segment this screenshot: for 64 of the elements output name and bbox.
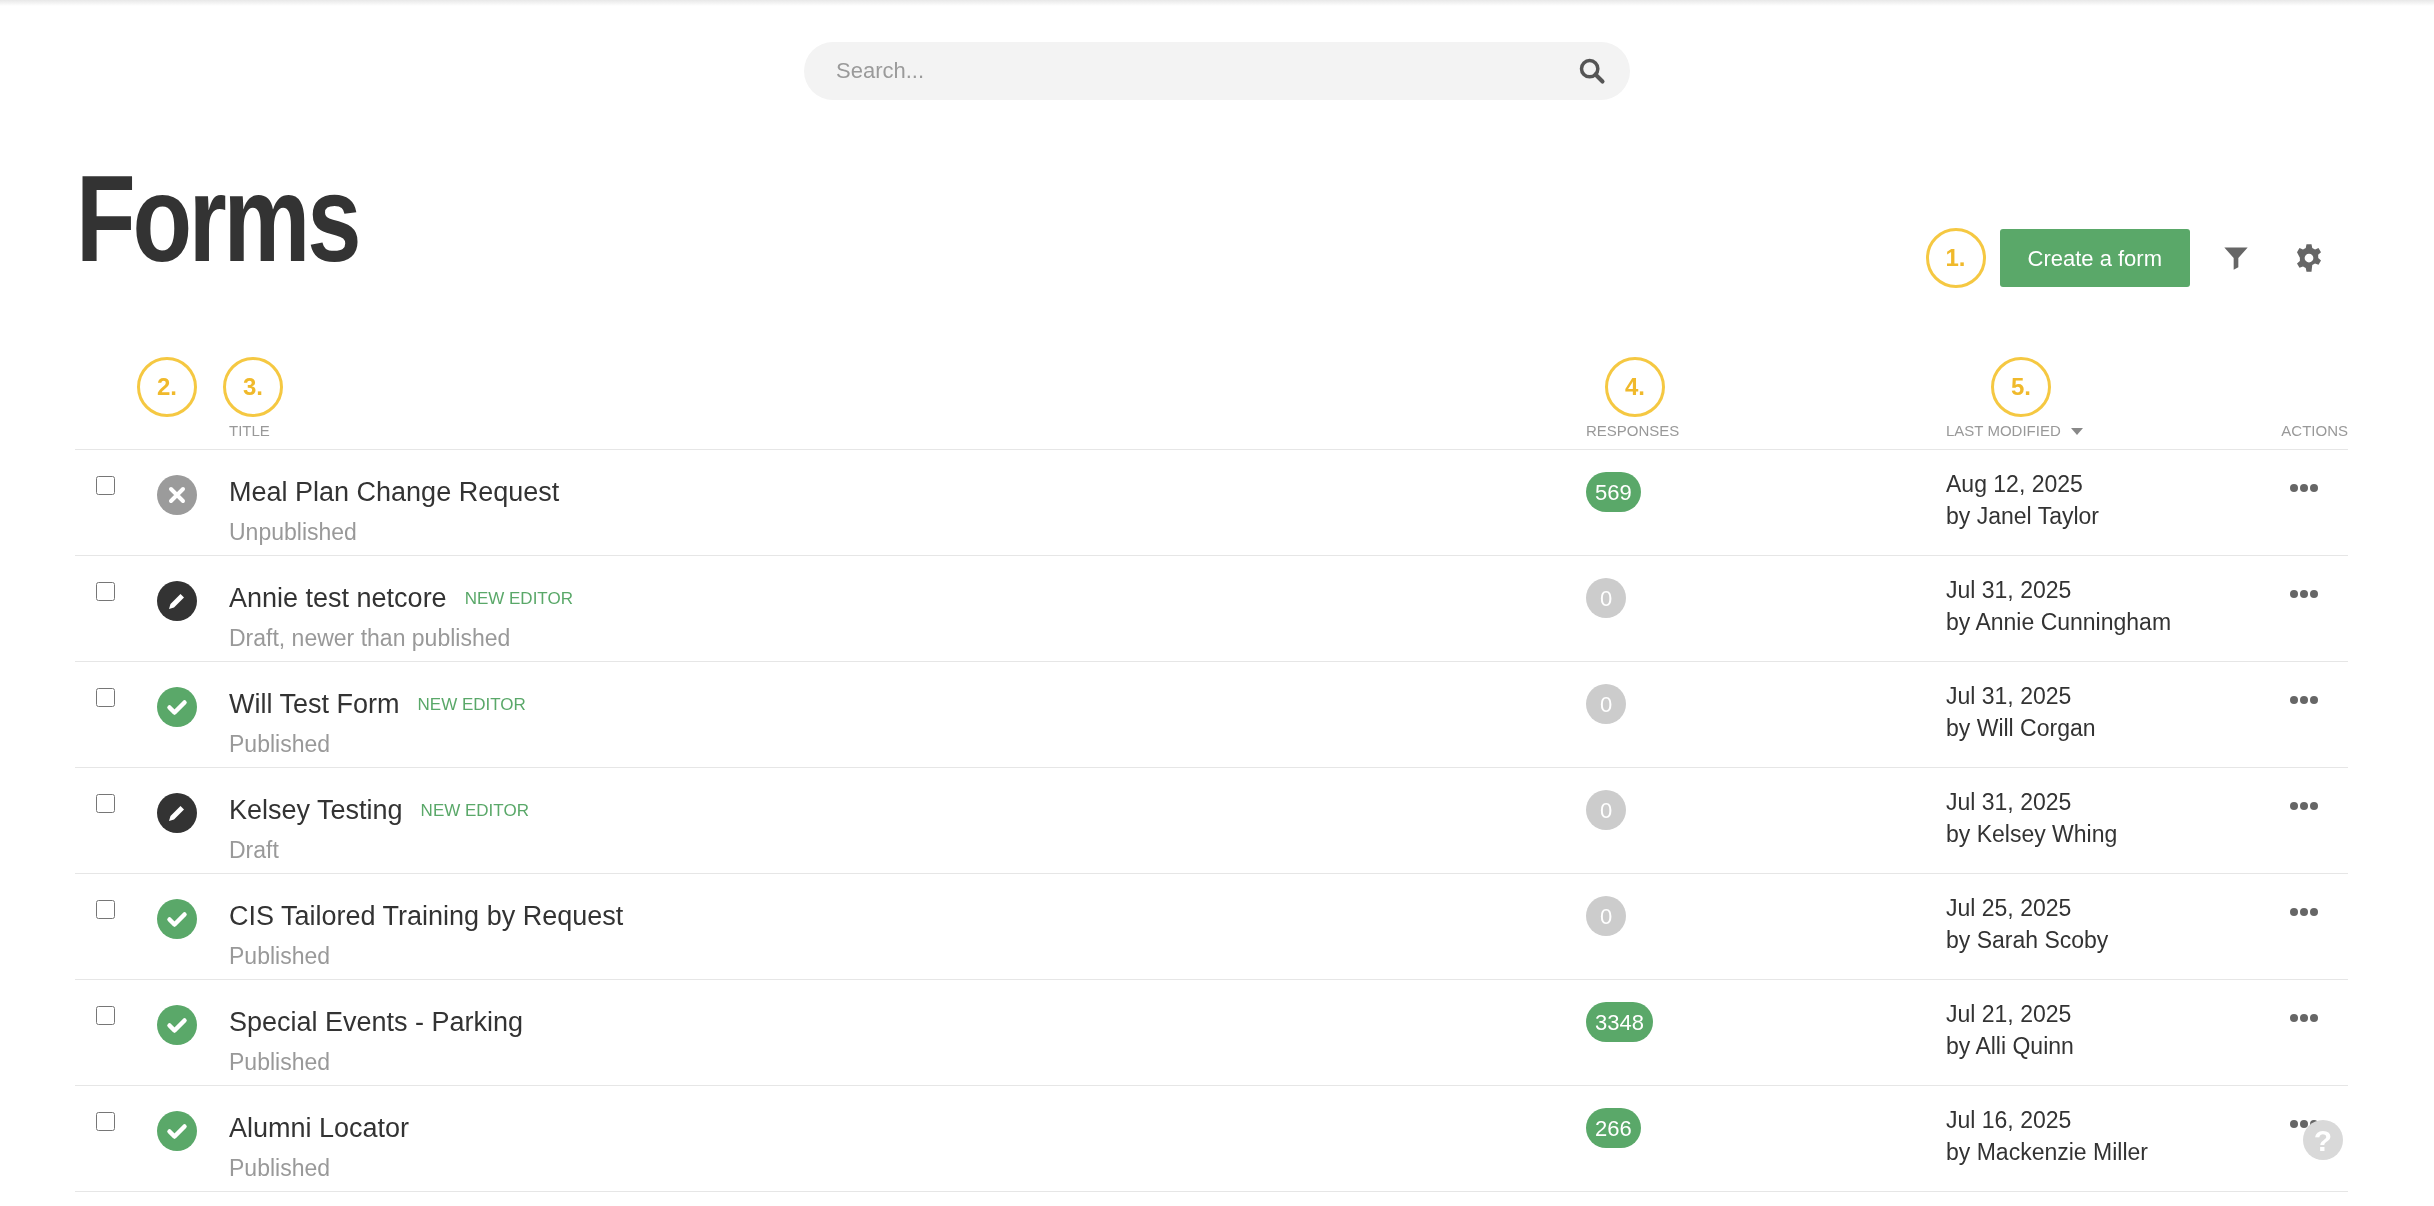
more-options-icon[interactable] bbox=[2290, 484, 2318, 492]
form-title[interactable]: CIS Tailored Training by Request bbox=[229, 896, 624, 937]
modified-by: by Kelsey Whing bbox=[1946, 820, 2118, 849]
form-status: Published bbox=[229, 941, 332, 971]
modified-by: by Annie Cunningham bbox=[1946, 608, 2172, 637]
more-options-icon[interactable] bbox=[2290, 1014, 2318, 1022]
check-circle-icon bbox=[157, 1111, 197, 1151]
form-status: Published bbox=[229, 1153, 332, 1183]
form-status: Draft, newer than published bbox=[229, 623, 512, 653]
form-title[interactable]: Annie test netcore bbox=[229, 578, 447, 619]
response-count: 569 bbox=[1586, 472, 1641, 512]
pencil-circle-icon bbox=[157, 793, 197, 833]
editor-tag: NEW EDITOR bbox=[464, 585, 573, 611]
form-title[interactable]: Meal Plan Change Request bbox=[229, 472, 560, 513]
cross-circle-icon bbox=[157, 475, 197, 515]
form-title[interactable]: Special Events - Parking bbox=[229, 1002, 524, 1043]
editor-tag: NEW EDITOR bbox=[420, 797, 529, 823]
modified-by: by Mackenzie Miller bbox=[1946, 1138, 2148, 1167]
more-options-icon[interactable] bbox=[2290, 802, 2318, 810]
more-options-icon[interactable] bbox=[2290, 696, 2318, 704]
modified-by: by Will Corgan bbox=[1946, 714, 2096, 743]
callout-marker: 1. bbox=[1925, 228, 1986, 288]
callout-marker: 5. bbox=[1991, 357, 2051, 417]
row-checkbox[interactable] bbox=[96, 688, 115, 707]
modified-date: Jul 31, 2025 bbox=[1946, 788, 2072, 817]
check-circle-icon bbox=[157, 1005, 197, 1045]
sort-caret-icon[interactable] bbox=[2070, 427, 2083, 435]
form-title[interactable]: Alumni Locator bbox=[229, 1108, 410, 1149]
form-title[interactable]: Kelsey Testing bbox=[229, 790, 403, 831]
settings-icon[interactable] bbox=[2294, 243, 2324, 273]
modified-date: Jul 31, 2025 bbox=[1946, 576, 2072, 605]
row-checkbox[interactable] bbox=[96, 900, 115, 919]
response-count: 3348 bbox=[1586, 1002, 1653, 1042]
modified-date: Jul 21, 2025 bbox=[1946, 1000, 2072, 1029]
search-field[interactable]: Search... bbox=[804, 42, 1630, 100]
callout-marker: 2. bbox=[137, 357, 197, 417]
modified-by: by Sarah Scoby bbox=[1946, 926, 2109, 955]
pencil-circle-icon bbox=[157, 581, 197, 621]
form-status: Published bbox=[229, 729, 332, 759]
modified-date: Jul 16, 2025 bbox=[1946, 1106, 2072, 1135]
response-count: 266 bbox=[1586, 1108, 1641, 1148]
editor-tag: NEW EDITOR bbox=[417, 691, 526, 717]
modified-date: Jul 25, 2025 bbox=[1946, 894, 2072, 923]
row-checkbox[interactable] bbox=[96, 582, 115, 601]
row-checkbox[interactable] bbox=[96, 476, 115, 495]
more-options-icon[interactable] bbox=[2290, 590, 2318, 598]
callout-marker: 3. bbox=[223, 357, 283, 417]
form-status: Draft bbox=[229, 835, 280, 865]
modified-date: Jul 31, 2025 bbox=[1946, 682, 2072, 711]
form-status: Published bbox=[229, 1047, 332, 1077]
modified-by: by Janel Taylor bbox=[1946, 502, 2099, 531]
row-checkbox[interactable] bbox=[96, 1112, 115, 1131]
callout-marker: 4. bbox=[1605, 357, 1665, 417]
form-title[interactable]: Will Test Form bbox=[229, 684, 400, 725]
form-status: Unpublished bbox=[229, 517, 358, 547]
row-checkbox[interactable] bbox=[96, 1006, 115, 1025]
modified-by: by Alli Quinn bbox=[1946, 1032, 2074, 1061]
page-title: Forms bbox=[76, 158, 359, 280]
search-icon bbox=[1578, 57, 1606, 85]
more-options-icon[interactable] bbox=[2290, 908, 2318, 916]
row-checkbox[interactable] bbox=[96, 794, 115, 813]
modified-date: Aug 12, 2025 bbox=[1946, 470, 2083, 499]
check-circle-icon bbox=[157, 687, 197, 727]
check-circle-icon bbox=[157, 899, 197, 939]
